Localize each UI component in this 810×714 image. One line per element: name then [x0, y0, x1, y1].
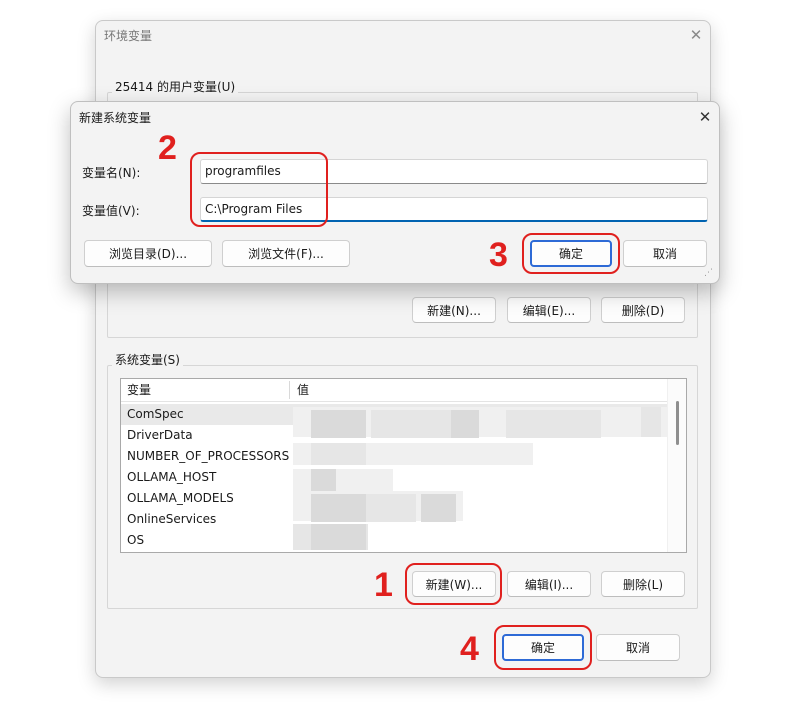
system-variables-list[interactable]: 变量 值 ComSpec DriverData NUMBER_OF_PROCES… [120, 378, 687, 553]
annotation-box-new-button [405, 563, 502, 605]
variable-name: ComSpec [127, 407, 184, 421]
annotation-step-2: 2 [158, 129, 177, 167]
close-icon[interactable]: ✕ [695, 107, 715, 127]
user-delete-button[interactable]: 删除(D) [601, 297, 685, 323]
annotation-step-1: 1 [374, 566, 393, 604]
table-row[interactable]: OLLAMA_HOST [121, 467, 669, 488]
variable-name: NUMBER_OF_PROCESSORS [127, 449, 290, 463]
browse-directory-button[interactable]: 浏览目录(D)... [84, 240, 212, 267]
variable-name: DriverData [127, 428, 193, 442]
resize-grip-icon[interactable]: ⋰ [704, 268, 713, 278]
variable-name: OLLAMA_MODELS [127, 491, 234, 505]
variable-value-label: 变量值(V): [82, 204, 140, 218]
list-header: 变量 值 [121, 379, 669, 402]
column-header-value[interactable]: 值 [291, 379, 309, 401]
dialog-cancel-button[interactable]: 取消 [623, 240, 707, 267]
column-divider[interactable] [289, 381, 290, 399]
env-cancel-button[interactable]: 取消 [596, 634, 680, 661]
scrollbar-thumb[interactable] [676, 401, 679, 445]
system-edit-button[interactable]: 编辑(I)... [507, 571, 591, 597]
table-row[interactable]: OS [121, 530, 669, 551]
system-delete-button[interactable]: 删除(L) [601, 571, 685, 597]
column-header-variable[interactable]: 变量 [121, 379, 151, 401]
user-variables-label: 25414 的用户变量(U) [112, 78, 239, 95]
system-variables-label: 系统变量(S) [112, 351, 183, 368]
browse-file-button[interactable]: 浏览文件(F)... [222, 240, 350, 267]
variable-name: OS [127, 533, 145, 547]
close-icon[interactable]: ✕ [686, 25, 706, 45]
annotation-box-fields [190, 152, 328, 227]
dialog-title: 新建系统变量 [79, 111, 152, 125]
annotation-box-env-ok [494, 625, 592, 670]
user-new-button[interactable]: 新建(N)... [412, 297, 496, 323]
variable-name: OnlineServices [127, 512, 217, 526]
user-edit-button[interactable]: 编辑(E)... [507, 297, 591, 323]
annotation-step-4: 4 [460, 630, 479, 668]
list-scrollbar[interactable] [667, 379, 686, 552]
env-window-title: 环境变量 [104, 29, 153, 43]
annotation-box-dialog-ok [522, 233, 620, 274]
variable-name: OLLAMA_HOST [127, 470, 217, 484]
variable-name-label: 变量名(N): [82, 166, 141, 180]
annotation-step-3: 3 [489, 236, 508, 274]
